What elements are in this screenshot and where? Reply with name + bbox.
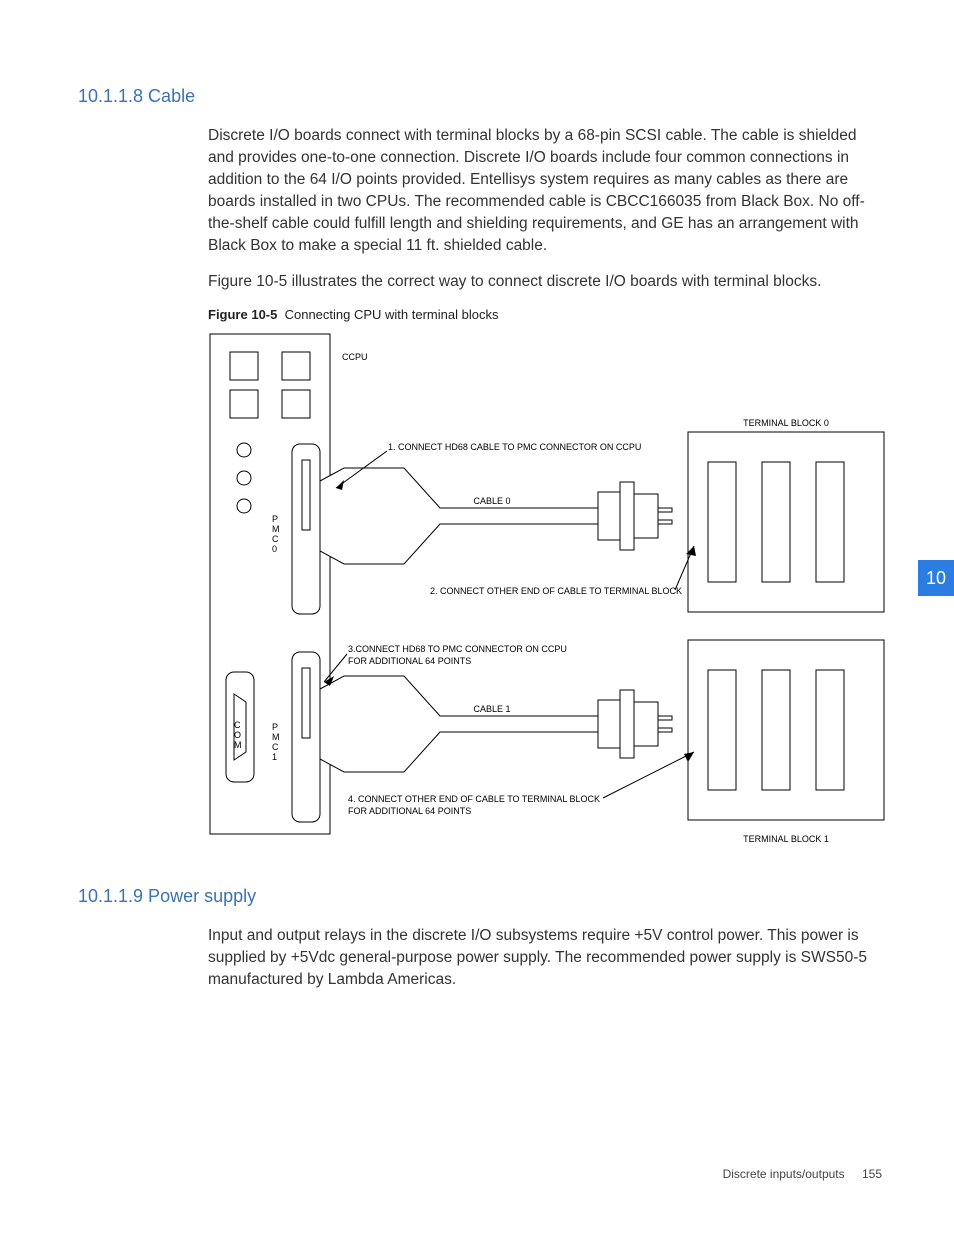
footer-page-number: 155 <box>862 1167 882 1181</box>
section-heading-cable: 10.1.1.8 Cable <box>78 86 882 107</box>
figure-caption: Figure 10-5 Connecting CPU with terminal… <box>208 307 882 322</box>
cable-para-1: Discrete I/O boards connect with termina… <box>208 125 882 257</box>
step4-text-b: FOR ADDITIONAL 64 POINTS <box>348 806 471 816</box>
ccpu-label: CCPU <box>342 352 368 362</box>
step1-text: 1. CONNECT HD68 CABLE TO PMC CONNECTOR O… <box>388 442 641 452</box>
step3-text-a: 3.CONNECT HD68 TO PMC CONNECTOR ON CCPU <box>348 644 567 654</box>
step3-text-b: FOR ADDITIONAL 64 POINTS <box>348 656 471 666</box>
figure-10-5-diagram: PMC0 COM PMC1 CCPU CABLE 0 <box>208 332 882 862</box>
cable-para-2: Figure 10-5 illustrates the correct way … <box>208 271 882 293</box>
figure-title: Connecting CPU with terminal blocks <box>285 307 499 322</box>
step4-text-a: 4. CONNECT OTHER END OF CABLE TO TERMINA… <box>348 794 600 804</box>
power-para-1: Input and output relays in the discrete … <box>208 925 882 991</box>
tb1-label: TERMINAL BLOCK 1 <box>743 834 829 844</box>
step2-text: 2. CONNECT OTHER END OF CABLE TO TERMINA… <box>430 586 682 596</box>
cable0-label: CABLE 0 <box>473 496 510 506</box>
tb0-label: TERMINAL BLOCK 0 <box>743 418 829 428</box>
section-heading-power: 10.1.1.9 Power supply <box>78 886 882 907</box>
footer-section: Discrete inputs/outputs <box>723 1167 845 1181</box>
figure-label: Figure 10-5 <box>208 307 277 322</box>
cable1-label: CABLE 1 <box>473 704 510 714</box>
chapter-tab: 10 <box>918 560 954 596</box>
com-label: COM <box>234 720 242 750</box>
page-footer: Discrete inputs/outputs 155 <box>723 1167 882 1181</box>
